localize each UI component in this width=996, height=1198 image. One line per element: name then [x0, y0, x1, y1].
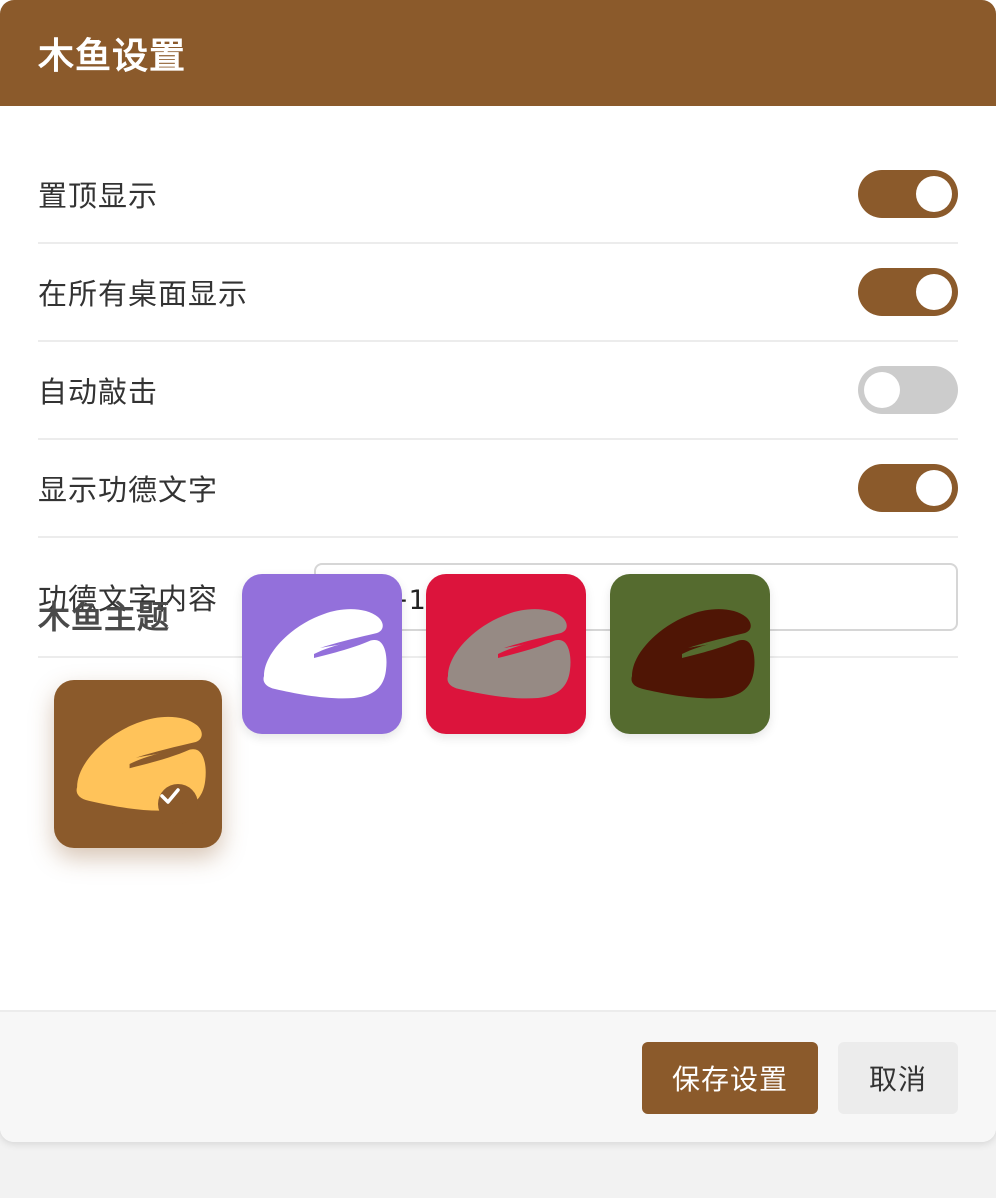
- dialog-title: 木鱼设置: [38, 36, 187, 77]
- cancel-button[interactable]: 取消: [838, 1042, 958, 1114]
- setting-row-show-merit-text: 显示功德文字: [38, 440, 958, 538]
- setting-row-auto-knock: 自动敲击: [38, 342, 958, 440]
- theme-option-brown[interactable]: [54, 680, 222, 848]
- toggle-knob: [916, 470, 952, 506]
- theme-option-red[interactable]: [426, 574, 586, 734]
- wooden-fish-icon: [76, 716, 206, 811]
- toggle-knob: [916, 274, 952, 310]
- dialog-footer: 保存设置 取消: [0, 1010, 996, 1142]
- setting-row-always-on-top: 置顶显示: [38, 146, 958, 244]
- wooden-fish-icon: [631, 609, 755, 699]
- selected-check-icon: [158, 784, 198, 824]
- auto-knock-toggle[interactable]: [858, 366, 958, 414]
- setting-label: 自动敲击: [38, 375, 159, 409]
- theme-list: [54, 574, 794, 850]
- setting-row-all-desktops: 在所有桌面显示: [38, 244, 958, 342]
- theme-section-title: 木鱼主题: [38, 598, 171, 636]
- wooden-fish-icon: [263, 609, 387, 699]
- theme-option-purple[interactable]: [242, 574, 402, 734]
- theme-option-green[interactable]: [610, 574, 770, 734]
- setting-label: 置顶显示: [38, 179, 159, 213]
- wooden-fish-icon: [447, 609, 571, 699]
- all-desktops-toggle[interactable]: [858, 268, 958, 316]
- dialog-header: 木鱼设置: [0, 0, 996, 106]
- toggle-knob: [916, 176, 952, 212]
- always-on-top-toggle[interactable]: [858, 170, 958, 218]
- settings-dialog: 木鱼设置 置顶显示 在所有桌面显示 自动敲击 显示功德文字 功德文字内容 木鱼主…: [0, 0, 996, 1142]
- save-button[interactable]: 保存设置: [642, 1042, 818, 1114]
- setting-label: 在所有桌面显示: [38, 277, 249, 311]
- toggle-knob: [864, 372, 900, 408]
- show-merit-text-toggle[interactable]: [858, 464, 958, 512]
- setting-label: 显示功德文字: [38, 473, 219, 507]
